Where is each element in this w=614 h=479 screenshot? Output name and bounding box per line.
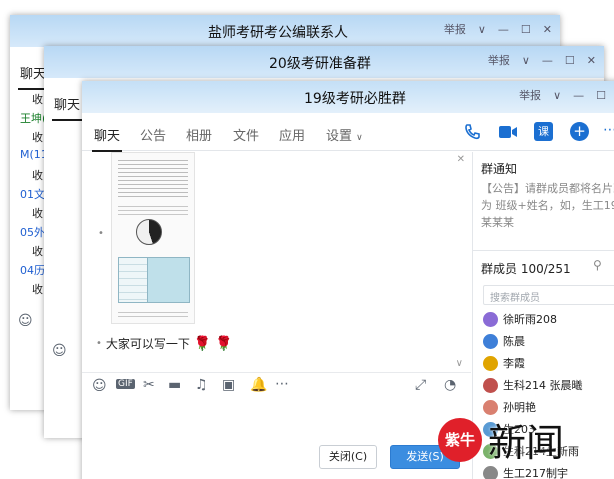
avatar <box>483 465 498 479</box>
collapse-icon[interactable]: ✕ <box>457 154 465 165</box>
add-icon[interactable]: + <box>570 122 589 141</box>
chevron-down-icon[interactable]: ∨ <box>522 53 530 69</box>
pie-chart-image <box>136 219 162 245</box>
emoji-icon[interactable]: ☺ <box>92 378 107 394</box>
back-chat-line: 收 <box>32 93 43 106</box>
report-button[interactable]: 举报 <box>519 88 541 104</box>
more-icon[interactable]: ⋯ <box>603 122 614 138</box>
back-chat-line: 收 <box>32 283 43 296</box>
scissors-icon[interactable]: ✂ <box>143 377 155 393</box>
document-text-lines <box>118 309 188 319</box>
folder-icon[interactable]: ▬ <box>168 377 181 393</box>
group-notice-title: 群通知 <box>481 162 518 176</box>
member-search-icon[interactable]: ⚲ <box>593 258 602 272</box>
tab-album[interactable]: 相册 <box>186 125 212 144</box>
history-clock-icon[interactable]: ◔ <box>444 377 456 393</box>
front-window-titlebar: 19级考研必胜群 举报 ∨ — ☐ <box>82 81 614 113</box>
tab-chat[interactable]: 聊天 <box>51 94 83 121</box>
member-item[interactable]: 生科214 张晨曦 <box>483 376 583 394</box>
back-chat-line: 收 <box>32 169 43 182</box>
report-button[interactable]: 举报 <box>488 53 510 69</box>
more-icon[interactable]: ⋯ <box>275 376 289 392</box>
image-message[interactable] <box>111 152 195 324</box>
video-call-icon[interactable] <box>498 125 518 142</box>
member-name: 李霞 <box>503 357 525 370</box>
classroom-icon[interactable]: 课 <box>534 122 553 141</box>
tab-files[interactable]: 文件 <box>233 125 259 144</box>
back-window-title: 盐师考研考公编联系人 <box>208 25 348 41</box>
tab-apps[interactable]: 应用 <box>279 125 305 144</box>
maximize-icon[interactable]: ☐ <box>565 53 575 69</box>
chat-message-area: ✕ • • 大家可以写一下 🌹 🌹 ∨ <box>82 152 471 372</box>
member-item[interactable]: 徐昕雨208 <box>483 310 557 328</box>
watermark-badge: 紫牛 <box>438 417 482 462</box>
document-text-lines <box>118 157 188 197</box>
expand-icon[interactable]: ⤢ <box>415 377 426 393</box>
message-text: 大家可以写一下 <box>105 337 190 351</box>
music-icon[interactable]: ♫ <box>195 377 208 393</box>
table-image-left <box>118 257 148 303</box>
member-name: 陈晨 <box>503 335 525 348</box>
front-window-title: 19级考研必胜群 <box>304 91 406 107</box>
avatar <box>483 311 498 327</box>
news-watermark: 紫牛 新闻 <box>438 412 564 467</box>
front-tab-bar: 聊天 公告 相册 文件 应用 设置 ∨ 课 + ⋯ <box>82 113 614 152</box>
back-chat-line: 收 <box>32 245 43 258</box>
close-icon[interactable]: ✕ <box>543 22 552 38</box>
text-message: • 大家可以写一下 🌹 🌹 <box>96 335 233 352</box>
image-icon[interactable]: ▣ <box>222 377 235 393</box>
minimize-icon[interactable]: — <box>542 53 553 69</box>
close-button[interactable]: 关闭(C) <box>319 445 377 469</box>
tab-chat[interactable]: 聊天 <box>91 125 123 152</box>
gif-icon[interactable]: GIF <box>116 379 135 389</box>
emoji-icon[interactable]: ☺ <box>52 343 67 359</box>
maximize-icon[interactable]: ☐ <box>521 22 531 38</box>
voice-call-icon[interactable] <box>463 123 481 144</box>
group-notice-text[interactable]: 【公告】请群成员都将名片改为 班级+姓名，如，生工195某某某 <box>481 180 614 231</box>
report-button[interactable]: 举报 <box>444 22 466 38</box>
members-count-title: 群成员 100/251 <box>481 262 571 276</box>
divider <box>473 250 614 251</box>
maximize-icon[interactable]: ☐ <box>596 88 606 104</box>
rose-icon: 🌹 <box>215 335 233 352</box>
member-name: 生科214 张晨曦 <box>503 379 583 392</box>
minimize-icon[interactable]: — <box>498 22 509 38</box>
middle-window-titlebar: 20级考研准备群 举报 ∨ — ☐ ✕ <box>44 46 604 78</box>
scroll-down-icon[interactable]: ∨ <box>456 358 463 369</box>
member-search-input[interactable]: 搜索群成员 <box>483 285 614 305</box>
bullet-dot: • <box>96 338 102 349</box>
member-name: 生工217制宇 <box>503 467 568 479</box>
rose-icon: 🌹 <box>193 335 212 352</box>
tab-settings-label: 设置 <box>326 129 353 144</box>
middle-window-controls: 举报 ∨ — ☐ ✕ <box>488 53 596 69</box>
emoji-icon[interactable]: ☺ <box>18 313 33 329</box>
minimize-icon[interactable]: — <box>573 88 584 104</box>
back-chat-line: 收 <box>32 131 43 144</box>
tab-announcement[interactable]: 公告 <box>140 125 166 144</box>
bullet-dot: • <box>98 228 104 239</box>
back-window-controls: 举报 ∨ — ☐ ✕ <box>444 22 552 38</box>
member-item[interactable]: 陈晨 <box>483 332 525 350</box>
back-chat-line: 收 <box>32 207 43 220</box>
chevron-down-icon[interactable]: ∨ <box>553 88 561 104</box>
message-input[interactable] <box>82 401 471 445</box>
middle-window-title: 20级考研准备群 <box>269 56 371 72</box>
watermark-text: 新闻 <box>488 421 565 465</box>
back-chat-line: 王坤( <box>20 112 47 125</box>
avatar <box>483 377 498 393</box>
member-item[interactable]: 李霞 <box>483 354 525 372</box>
chevron-down-icon: ∨ <box>356 133 363 143</box>
bell-icon[interactable]: 🔔 <box>250 377 267 393</box>
document-text-lines <box>118 203 188 215</box>
input-toolbar: ☺ GIF ✂ ▬ ♫ ▣ 🔔 ⋯ ⤢ ◔ <box>82 372 471 400</box>
front-window-controls: 举报 ∨ — ☐ <box>519 88 606 104</box>
tab-chat[interactable]: 聊天 <box>17 63 49 90</box>
avatar <box>483 333 498 349</box>
member-name: 徐昕雨208 <box>503 313 557 326</box>
close-icon[interactable]: ✕ <box>587 53 596 69</box>
chevron-down-icon[interactable]: ∨ <box>478 22 486 38</box>
avatar <box>483 355 498 371</box>
tab-settings[interactable]: 设置 ∨ <box>326 125 363 144</box>
back-window-titlebar: 盐师考研考公编联系人 举报 ∨ — ☐ ✕ <box>10 15 560 47</box>
